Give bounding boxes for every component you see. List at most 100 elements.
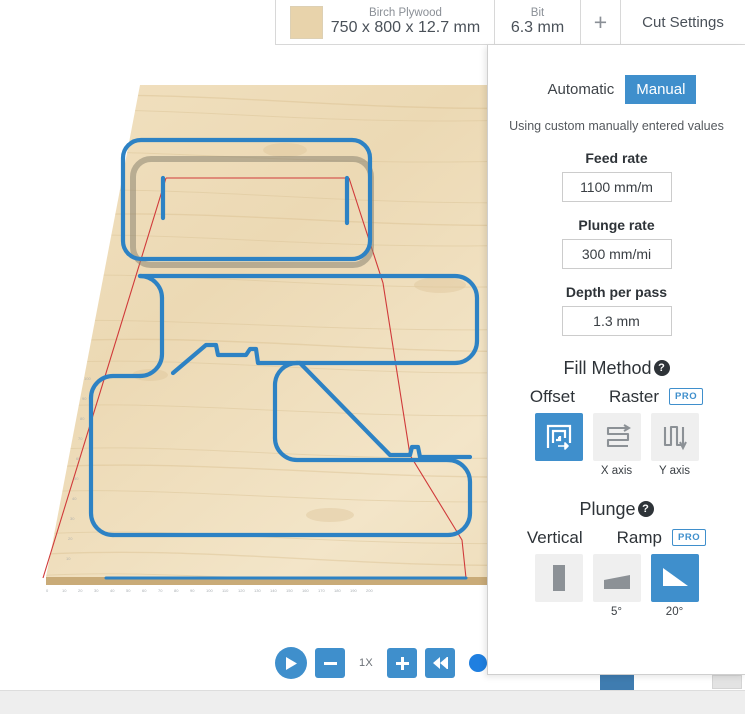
app-root: 0 10 20 30 40 50 60 70 80 90 100 110 120 130 140 1… xyxy=(0,0,745,714)
ramp-20-caption: 20° xyxy=(665,605,684,618)
cut-settings-button[interactable]: Cut Settings xyxy=(621,0,745,44)
mode-manual-button[interactable]: Manual xyxy=(625,75,697,104)
feed-rate-label: Feed rate xyxy=(585,149,648,166)
svg-text:20: 20 xyxy=(68,536,73,541)
increase-speed-button[interactable] xyxy=(387,648,417,678)
svg-text:30: 30 xyxy=(70,516,75,521)
ramp-pro-badge: PRO xyxy=(672,529,707,547)
plus-icon xyxy=(395,656,409,670)
vertical-label: Vertical xyxy=(526,527,583,547)
svg-text:180: 180 xyxy=(334,588,341,593)
ramp-5-deg-icon xyxy=(603,574,630,589)
plunge-help-icon[interactable]: ? xyxy=(637,501,654,518)
raster-x-caption: X axis xyxy=(600,464,633,477)
cut-settings-panel: Automatic Manual Using custom manually e… xyxy=(487,45,745,675)
plunge-rate-input[interactable] xyxy=(561,238,672,269)
fill-raster-x-option[interactable] xyxy=(592,412,641,461)
fill-raster-y-option[interactable] xyxy=(650,412,699,461)
fill-method-options: X axis Y axis xyxy=(506,412,727,477)
svg-text:100: 100 xyxy=(206,588,213,593)
rewind-button[interactable] xyxy=(425,648,455,678)
raster-y-caption: Y axis xyxy=(658,464,691,477)
svg-text:40: 40 xyxy=(110,588,115,593)
fill-method-help-icon[interactable]: ? xyxy=(653,360,670,377)
svg-text:80: 80 xyxy=(174,588,179,593)
svg-text:20: 20 xyxy=(78,588,83,593)
svg-text:0: 0 xyxy=(46,588,49,593)
minus-icon xyxy=(323,661,337,665)
bit-selector[interactable]: Bit 6.3 mm xyxy=(495,0,581,44)
raster-pro-badge: PRO xyxy=(669,388,704,406)
mode-automatic-button[interactable]: Automatic xyxy=(537,75,626,104)
feed-rate-input[interactable] xyxy=(561,171,672,202)
svg-text:70: 70 xyxy=(78,436,83,441)
svg-text:60: 60 xyxy=(76,456,81,461)
offset-caption xyxy=(557,465,560,477)
bit-label: Bit xyxy=(530,7,545,20)
bit-value: 6.3 mm xyxy=(510,19,565,37)
raster-label: Raster xyxy=(608,386,660,406)
raster-x-axis-icon xyxy=(606,424,631,447)
plunge-title: Plunge xyxy=(579,498,636,519)
svg-text:10: 10 xyxy=(66,556,71,561)
svg-text:130: 130 xyxy=(254,588,261,593)
svg-text:110: 110 xyxy=(222,588,229,593)
timeline-handle[interactable] xyxy=(469,654,487,672)
svg-text:90: 90 xyxy=(190,588,195,593)
bottom-status-strip xyxy=(0,690,745,714)
depth-per-pass-input[interactable] xyxy=(561,305,672,336)
ramp-5-caption: 5° xyxy=(611,605,622,618)
plunge-rate-label: Plunge rate xyxy=(578,216,655,233)
speed-label: 1X xyxy=(358,657,374,669)
svg-text:70: 70 xyxy=(158,588,163,593)
svg-text:90: 90 xyxy=(82,396,87,401)
mode-toggle-group: Automatic Manual xyxy=(506,75,727,104)
svg-text:30: 30 xyxy=(94,588,99,593)
material-dimensions: 750 x 800 x 12.7 mm xyxy=(330,19,481,37)
obscured-secondary-button[interactable] xyxy=(712,675,742,689)
svg-text:170: 170 xyxy=(318,588,325,593)
mode-description: Using custom manually entered values xyxy=(509,119,724,133)
svg-text:190: 190 xyxy=(350,588,357,593)
plunge-title-row: Plunge ? xyxy=(506,499,727,520)
rewind-icon xyxy=(432,657,448,669)
svg-text:50: 50 xyxy=(126,588,131,593)
vertical-plunge-icon xyxy=(552,564,565,591)
fill-method-option-headers: Offset Raster PRO xyxy=(506,387,727,407)
svg-text:60: 60 xyxy=(142,588,147,593)
ramp-label: Ramp xyxy=(616,527,662,547)
svg-text:100: 100 xyxy=(84,376,91,381)
svg-text:160: 160 xyxy=(302,588,309,593)
svg-text:80: 80 xyxy=(80,416,85,421)
ruler-bottom: 0 10 20 30 40 50 60 70 80 90 100 110 120 130 140 1… xyxy=(46,588,373,593)
material-selector[interactable]: Birch Plywood 750 x 800 x 12.7 mm xyxy=(276,0,495,44)
plunge-ramp-5-option[interactable] xyxy=(592,553,641,602)
fill-method-title-row: Fill Method ? xyxy=(506,358,727,379)
svg-text:140: 140 xyxy=(270,588,277,593)
svg-text:40: 40 xyxy=(72,496,77,501)
fill-method-title: Fill Method xyxy=(563,357,652,378)
decrease-speed-button[interactable] xyxy=(315,648,345,678)
svg-text:200: 200 xyxy=(366,588,373,593)
plunge-vertical-option[interactable] xyxy=(534,553,583,602)
svg-text:120: 120 xyxy=(238,588,245,593)
play-button[interactable] xyxy=(275,647,307,679)
plunge-ramp-20-option[interactable] xyxy=(650,553,699,602)
vertical-caption xyxy=(557,606,560,618)
svg-text:50: 50 xyxy=(74,476,79,481)
offset-spiral-icon xyxy=(546,424,571,450)
material-swatch xyxy=(289,5,323,39)
ramp-20-deg-icon xyxy=(662,567,688,586)
offset-label: Offset xyxy=(529,386,575,406)
plunge-options: 5° 20° xyxy=(506,553,727,618)
svg-text:150: 150 xyxy=(286,588,293,593)
material-name: Birch Plywood xyxy=(369,7,442,20)
fill-offset-option[interactable] xyxy=(534,412,583,461)
plunge-option-headers: Vertical Ramp PRO xyxy=(506,528,727,548)
raster-y-axis-icon xyxy=(663,425,687,451)
depth-per-pass-label: Depth per pass xyxy=(565,283,668,300)
play-icon xyxy=(286,656,297,670)
svg-text:10: 10 xyxy=(62,588,67,593)
add-bit-button[interactable]: + xyxy=(581,0,621,44)
top-toolbar: Birch Plywood 750 x 800 x 12.7 mm Bit 6.… xyxy=(275,0,745,45)
